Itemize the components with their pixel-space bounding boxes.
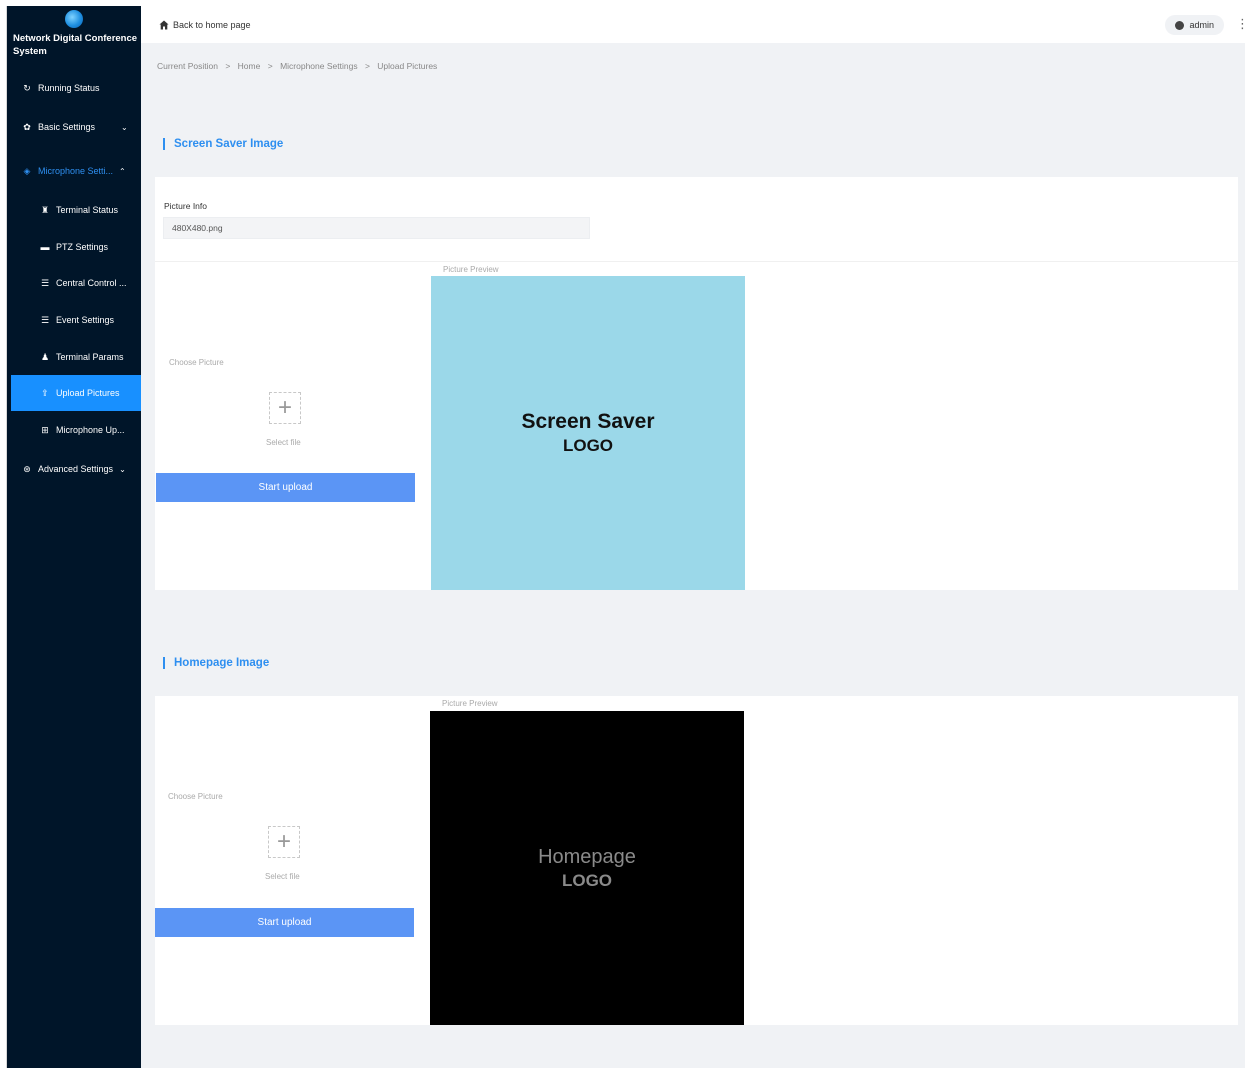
sidebar-item-label: Terminal Status	[56, 205, 119, 215]
picture-info-label: Picture Info	[164, 201, 207, 211]
home-icon	[159, 20, 169, 29]
start-upload-button[interactable]: Start upload	[156, 473, 415, 502]
breadcrumb-item[interactable]: Microphone Settings	[280, 61, 358, 71]
sidebar-item-label: Event Settings	[56, 315, 115, 325]
user-menu[interactable]: admin	[1165, 15, 1224, 35]
plus-square-icon: ⊞	[41, 424, 49, 435]
gear-icon: ✿	[23, 121, 31, 132]
screen-saver-card: Picture Info 480X480.png Picture Preview…	[155, 177, 1238, 590]
breadcrumb-separator: >	[364, 61, 370, 71]
refresh-icon: ↻	[23, 82, 31, 93]
app-logo-icon	[65, 10, 83, 28]
choose-picture-label: Choose Picture	[168, 792, 223, 801]
plus-icon: +	[276, 828, 291, 855]
breadcrumb-item[interactable]: Home	[238, 61, 261, 71]
sidebar-item-ptz-settings[interactable]: ▬ PTZ Settings	[7, 229, 141, 265]
chevron-down-icon: ⌄	[119, 464, 126, 474]
sidebar-item-label: Microphone Up...	[56, 425, 125, 435]
sidebar-item-label: Running Status	[38, 83, 100, 93]
sidebar-item-terminal-params[interactable]: ♟ Terminal Params	[7, 339, 141, 375]
more-options-icon[interactable]: ⋮	[1236, 16, 1245, 32]
sidebar-item-central-control[interactable]: ☰ Central Control ...	[7, 265, 141, 301]
breadcrumb-separator: >	[267, 61, 273, 71]
list-icon: ☰	[40, 277, 50, 288]
breadcrumb-separator: >	[225, 61, 231, 71]
sidebar: Network Digital Conference System ↻ Runn…	[7, 6, 141, 1068]
users-icon: ♜	[40, 204, 50, 215]
sidebar-item-label: Upload Pictures	[56, 388, 120, 398]
select-file-label[interactable]: Select file	[265, 872, 300, 881]
breadcrumb: Current Position > Home > Microphone Set…	[157, 61, 442, 71]
picture-info-field[interactable]: 480X480.png	[163, 217, 590, 239]
sidebar-item-label: Terminal Params	[56, 352, 124, 362]
compass-icon: ⊛	[23, 463, 31, 474]
sidebar-item-microphone-upgrade[interactable]: ⊞ Microphone Up...	[7, 412, 141, 448]
preview-text-logo: LOGO	[562, 436, 614, 455]
upload-icon: ⇪	[41, 387, 49, 398]
sidebar-item-terminal-status[interactable]: ♜ Terminal Status	[7, 192, 141, 228]
microphone-icon: ◈	[23, 165, 31, 176]
sidebar-item-running-status[interactable]: ↻ Running Status	[7, 70, 141, 106]
breadcrumb-item: Current Position	[157, 61, 218, 71]
add-picture-button[interactable]: +	[268, 826, 300, 858]
app-title: Network Digital Conference System	[13, 33, 138, 57]
start-upload-button[interactable]: Start upload	[155, 908, 414, 937]
sidebar-item-label: Microphone Setti...	[38, 166, 114, 176]
chevron-up-icon: ⌃	[119, 166, 126, 176]
homepage-section-title: Homepage Image	[163, 657, 269, 669]
brand: Network Digital Conference System	[7, 6, 141, 66]
user-icon	[1175, 20, 1185, 30]
choose-picture-label: Choose Picture	[169, 358, 224, 367]
sidebar-item-label: Advanced Settings	[38, 464, 114, 474]
sidebar-item-label: PTZ Settings	[56, 242, 109, 252]
select-file-label[interactable]: Select file	[266, 438, 301, 447]
top-header: Back to home page admin ⋮	[141, 6, 1245, 43]
sidebar-item-basic-settings[interactable]: ✿ Basic Settings ⌄	[7, 109, 141, 145]
sidebar-item-advanced-settings[interactable]: ⊛ Advanced Settings ⌄	[7, 451, 141, 487]
divider	[155, 261, 1238, 262]
preview-text-title: Screen Saver	[521, 410, 655, 433]
chevron-down-icon: ⌄	[121, 122, 128, 132]
screen-saver-section-title: Screen Saver Image	[163, 138, 283, 150]
homepage-preview-image: Homepage LOGO	[430, 711, 744, 1025]
back-to-home-link[interactable]: Back to home page	[159, 20, 251, 30]
plus-icon: +	[277, 394, 292, 421]
back-label: Back to home page	[173, 19, 251, 30]
picture-preview-label: Picture Preview	[442, 699, 498, 708]
username: admin	[1189, 20, 1214, 30]
picture-preview-label: Picture Preview	[443, 265, 499, 274]
sidebar-item-microphone-settings[interactable]: ◈ Microphone Setti... ⌃	[7, 153, 141, 189]
people-icon: ♟	[40, 351, 50, 362]
app-frame: Network Digital Conference System ↻ Runn…	[6, 6, 1245, 1068]
preview-text-title: Homepage	[538, 846, 636, 868]
sidebar-item-label: Basic Settings	[38, 122, 96, 132]
homepage-card: Picture Preview Choose Picture + Select …	[155, 696, 1238, 1025]
flag-icon: ▬	[40, 242, 50, 252]
sidebar-item-event-settings[interactable]: ☰ Event Settings	[7, 302, 141, 338]
sidebar-item-label: Central Control ...	[56, 278, 127, 288]
breadcrumb-item: Upload Pictures	[377, 61, 438, 71]
preview-text-logo: LOGO	[561, 871, 613, 890]
screen-saver-preview-image: Screen Saver LOGO	[431, 276, 745, 590]
sidebar-item-upload-pictures[interactable]: ⇪ Upload Pictures	[11, 375, 141, 411]
add-picture-button[interactable]: +	[269, 392, 301, 424]
list-icon: ☰	[40, 314, 50, 325]
